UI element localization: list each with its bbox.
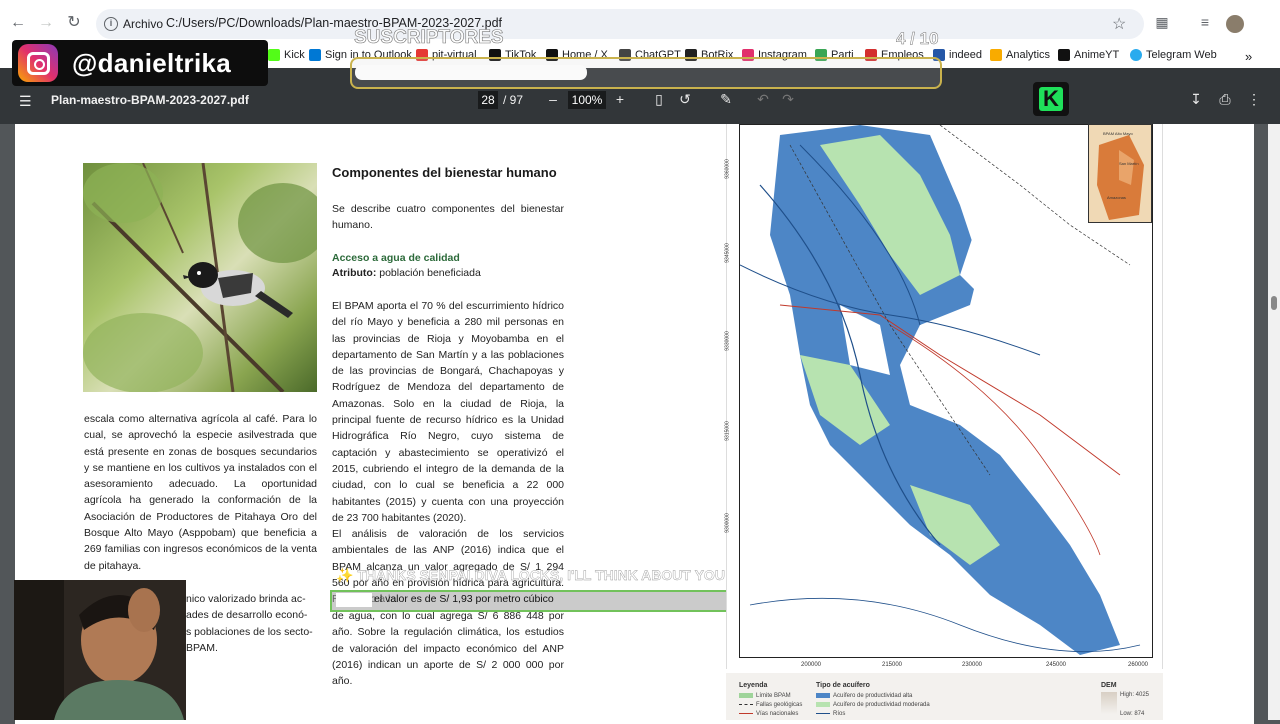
bookmark-kick[interactable]: Kick (268, 49, 305, 61)
redaction-box (336, 593, 372, 607)
telegram-icon (1130, 49, 1142, 61)
paragraph-pitahaya: escala como alternativa agrícola al café… (84, 413, 317, 572)
legend-item: Fallas geológicas (739, 702, 802, 708)
scrollbar-thumb[interactable] (1271, 296, 1277, 310)
legend-item: Límite BPAM (739, 693, 791, 699)
fit-page-icon[interactable]: ▯ (650, 90, 668, 108)
location-inset-map: BPAM Alto Mayo San Martín Amazonas (1088, 124, 1152, 223)
y-tick: 9360000 (724, 159, 731, 179)
omnibox[interactable]: i Archivo C:/Users/PC/Downloads/Plan-mae… (96, 9, 1144, 39)
x-tick: 215000 (882, 662, 903, 668)
y-tick: 9330000 (724, 331, 731, 351)
attribute-label: Atributo: (332, 267, 377, 279)
section-heading: Componentes del bienestar humano (332, 165, 557, 180)
bookmark-animeyt[interactable]: AnimeYT (1058, 49, 1119, 61)
legend-item: Vías nacionales (739, 711, 798, 717)
vertical-scrollbar[interactable] (1268, 124, 1280, 720)
legend-title: Leyenda (739, 682, 768, 689)
microsoft-icon (309, 49, 321, 61)
x-tick: 260000 (1128, 662, 1149, 668)
left-fragment: nico valorizado brinda ac- ades de desar… (186, 593, 313, 654)
reload-icon[interactable]: ↻ (64, 13, 84, 33)
kick-icon (268, 49, 280, 61)
legend-item: Acuífero de productividad alta (816, 693, 912, 699)
intro-text: Se describe cuatro componentes del biene… (332, 203, 564, 232)
more-options-icon[interactable]: ⋮ (1245, 90, 1263, 108)
x-tick: 200000 (801, 662, 822, 668)
zoom-out-icon[interactable]: – (544, 90, 562, 108)
paragraph-climate: de agua, con lo cual agrega S/ 6 886 448… (332, 610, 564, 688)
dem-gradient (1101, 692, 1117, 714)
info-icon: i (104, 17, 118, 31)
inset-label-amazonas: Amazonas (1107, 195, 1126, 200)
inset-label-bpam: BPAM Alto Mayo (1103, 131, 1133, 136)
bookmark-telegram[interactable]: Telegram Web (1130, 49, 1217, 61)
redo-icon[interactable]: ↷ (779, 90, 797, 108)
extensions-icon[interactable]: ▦ (1153, 14, 1171, 32)
inset-label-sanmartin: San Martín (1119, 161, 1139, 166)
subscribers-label: SUSCRIPTORES (354, 27, 504, 49)
subscriber-goal-fill (355, 65, 587, 80)
youtube-icon (1058, 49, 1070, 61)
profile-avatar[interactable] (1226, 15, 1244, 33)
bookmark-star-icon[interactable]: ☆ (1112, 14, 1126, 34)
dem-high: High: 4025 (1120, 692, 1150, 698)
webcam-feed (14, 580, 186, 720)
media-controls-icon[interactable]: ≡ (1196, 14, 1214, 32)
instagram-icon (18, 44, 58, 82)
back-icon[interactable]: ← (8, 13, 28, 33)
y-tick: 9300000 (724, 513, 731, 533)
legend-item: Ríos (816, 711, 845, 717)
pdf-file-name: Plan-maestro-BPAM-2023-2027.pdf (51, 93, 249, 107)
site-info-chip[interactable]: i Archivo (104, 14, 163, 34)
legend-item: Acuífero de productividad moderada (816, 702, 930, 708)
undo-icon[interactable]: ↶ (754, 90, 772, 108)
more-bookmarks-icon[interactable]: » (1245, 49, 1252, 64)
forward-icon[interactable]: → (36, 13, 56, 33)
download-icon[interactable]: ↧ (1187, 90, 1205, 108)
instagram-overlay: @danieltrika (12, 40, 268, 86)
zoom-in-icon[interactable]: + (611, 90, 629, 108)
attribute-value: población beneficiada (376, 267, 481, 279)
aquifer-legend-title: Tipo de acuífero (816, 682, 870, 689)
attribute-line: Atributo: población beneficiada (332, 265, 564, 281)
instagram-handle: @danieltrika (72, 48, 232, 78)
subsection-title: Acceso a agua de calidad (332, 252, 460, 264)
paragraph-water: El BPAM aporta el 70 % del escurrimiento… (332, 300, 564, 524)
subscribers-count: 4 / 10 (896, 29, 939, 49)
page-total: / 97 (503, 93, 524, 107)
highlighted-text: el valor es de S/ 1,93 por metro cúbico (374, 593, 554, 605)
analytics-icon (990, 49, 1002, 61)
x-tick: 230000 (962, 662, 983, 668)
map-legend: Leyenda Límite BPAM Fallas geológicas Ví… (726, 673, 1163, 720)
zoom-input[interactable]: 100% (568, 91, 606, 109)
site-label: Archivo (123, 17, 164, 31)
dem-legend-title: DEM (1101, 682, 1117, 689)
print-icon[interactable]: ⎙ (1216, 90, 1234, 108)
bookmark-analytics[interactable]: Analytics (990, 49, 1050, 61)
bird-photo (83, 163, 317, 392)
kick-logo: K (1033, 82, 1069, 116)
x-tick: 245000 (1046, 662, 1067, 668)
menu-icon[interactable]: ☰ (19, 93, 32, 110)
dem-low: Low: 874 (1120, 711, 1145, 717)
rotate-icon[interactable]: ↺ (676, 90, 694, 108)
page-number-input[interactable]: 28 (478, 91, 498, 109)
kick-icon: K (1039, 87, 1063, 111)
y-tick: 9345000 (724, 243, 731, 263)
y-tick: 9315000 (724, 421, 731, 441)
annotate-icon[interactable]: ✎ (717, 90, 735, 108)
